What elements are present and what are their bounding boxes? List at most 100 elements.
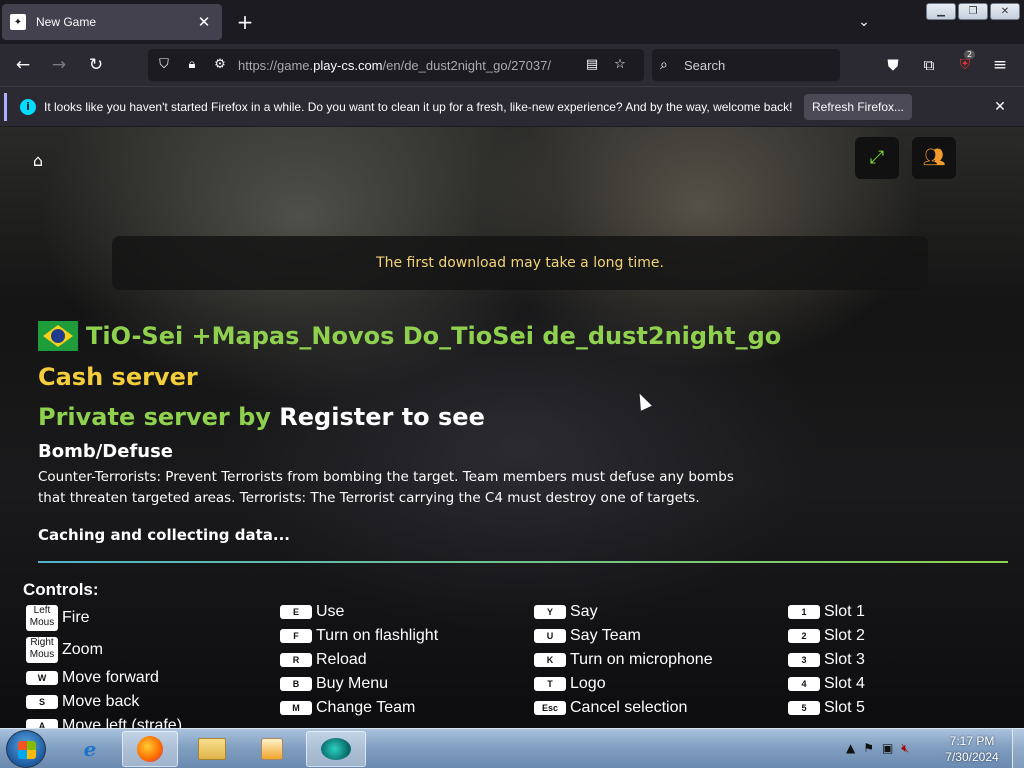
forward-arrow-icon[interactable]: → — [46, 52, 72, 78]
notification-close-icon[interactable]: ✕ — [990, 97, 1010, 117]
control-row: T Logo — [534, 672, 713, 696]
brazil-flag-icon — [38, 321, 78, 351]
internet-explorer-icon[interactable]: e — [62, 731, 118, 767]
controls-column-3: Y Say U Say Team K Turn on microphone T Logo… — [534, 600, 713, 720]
extensions-puzzle-icon[interactable]: ⧉ — [916, 52, 942, 78]
control-label: Say — [570, 603, 598, 620]
key-cap: T — [534, 677, 566, 691]
tracking-shield-icon[interactable]: ⛉ — [152, 53, 176, 77]
home-icon[interactable]: ⌂ — [28, 151, 48, 170]
fullscreen-expand-icon[interactable]: ⤢ — [855, 137, 899, 179]
control-row: 4 Slot 4 — [788, 672, 865, 696]
game-app-taskbar-icon[interactable] — [306, 731, 366, 767]
new-tab-plus-icon[interactable]: + — [232, 8, 258, 36]
media-player-icon[interactable] — [244, 731, 300, 767]
server-name: TiO-Sei +Mapas_Novos Do_TioSei de_dust2n… — [86, 322, 782, 350]
firefox-taskbar-icon[interactable] — [122, 731, 178, 767]
control-row: K Turn on microphone — [534, 648, 713, 672]
control-label: Move forward — [62, 669, 159, 686]
back-arrow-icon[interactable]: ← — [10, 52, 36, 78]
key-cap: U — [534, 629, 566, 643]
file-explorer-icon[interactable] — [184, 731, 240, 767]
tab-close-icon[interactable]: ✕ — [194, 13, 214, 31]
control-row: F Turn on flashlight — [280, 624, 438, 648]
control-label: Change Team — [316, 699, 416, 716]
loading-status: Caching and collecting data... — [38, 526, 290, 544]
control-label: Reload — [316, 651, 367, 668]
control-row: 5 Slot 5 — [788, 696, 865, 720]
pocket-icon[interactable]: ⛊ — [880, 52, 906, 78]
control-label: Move left (strafe) — [62, 717, 183, 728]
control-label: Say Team — [570, 627, 641, 644]
show-desktop-button[interactable] — [1012, 729, 1024, 768]
tab-new-game[interactable]: ✦ New Game ✕ — [2, 4, 222, 40]
controls-title: Controls: — [23, 580, 99, 599]
game-page: ⌂ ⤢ 👥︎ The first download may take a lon… — [0, 127, 1024, 728]
control-row: B Buy Menu — [280, 672, 438, 696]
control-row: 1 Slot 1 — [788, 600, 865, 624]
tab-bar: ✦ New Game ✕ + ⌄ ▁ ❐ ✕ — [0, 0, 1024, 44]
list-all-tabs-chevron-down-icon[interactable]: ⌄ — [852, 10, 876, 34]
refresh-firefox-notification: i It looks like you haven't started Fire… — [0, 86, 1024, 126]
download-notice: The first download may take a long time. — [112, 236, 928, 290]
control-label: Fire — [62, 609, 90, 626]
private-server-line: Private server by Register to see — [38, 403, 485, 431]
window-close-button[interactable]: ✕ — [990, 3, 1020, 20]
reload-icon[interactable]: ↻ — [83, 52, 109, 78]
control-row: R Reload — [280, 648, 438, 672]
window-restore-button[interactable]: ❐ — [958, 3, 988, 20]
key-cap: S — [26, 695, 58, 709]
key-cap: R — [280, 653, 312, 667]
key-cap: Left Mous — [26, 605, 58, 631]
control-row: Right Mous Zoom — [26, 634, 182, 666]
bookmark-star-icon[interactable]: ☆ — [608, 53, 632, 77]
info-icon: i — [20, 99, 36, 115]
lock-icon[interactable]: 🔒︎ — [180, 53, 204, 77]
action-center-flag-icon[interactable]: ⚑ — [863, 741, 874, 756]
search-icon: ⌕ — [660, 57, 668, 73]
key-cap: 1 — [788, 605, 820, 619]
show-hidden-icons-chevron-icon[interactable]: ▲ — [846, 741, 855, 756]
start-button[interactable] — [6, 730, 46, 768]
key-cap: 4 — [788, 677, 820, 691]
progress-divider — [38, 561, 1008, 563]
players-group-icon[interactable]: 👥︎ — [912, 137, 956, 179]
tab-title: New Game — [36, 15, 97, 29]
control-label: Slot 4 — [824, 675, 865, 692]
controls-column-4: 1 Slot 1 2 Slot 2 3 Slot 3 4 Slot 4 5 Slot 5 — [788, 600, 865, 720]
menu-hamburger-icon[interactable]: ≡ — [987, 52, 1013, 78]
control-label: Slot 5 — [824, 699, 865, 716]
control-label: Zoom — [62, 641, 103, 658]
key-cap: B — [280, 677, 312, 691]
control-row: A Move left (strafe) — [26, 714, 182, 728]
control-label: Turn on microphone — [570, 651, 713, 668]
reader-view-icon[interactable]: ▤ — [580, 53, 604, 77]
windows-taskbar: e ▲ ⚑ ▣ 🔇︎ 7:17 PM 7/30/2024 — [0, 728, 1024, 768]
search-placeholder: Search — [684, 57, 726, 73]
clock-time: 7:17 PM — [949, 734, 995, 748]
control-label: Slot 1 — [824, 603, 865, 620]
key-cap: W — [26, 671, 58, 685]
key-cap: Y — [534, 605, 566, 619]
register-to-see-link[interactable]: Register to see — [279, 403, 485, 431]
control-row: W Move forward — [26, 666, 182, 690]
volume-muted-icon[interactable]: 🔇︎ — [901, 741, 909, 756]
search-bar[interactable]: ⌕ Search — [652, 49, 840, 81]
server-title-line: TiO-Sei +Mapas_Novos Do_TioSei de_dust2n… — [38, 321, 781, 351]
private-server-prefix: Private server by — [38, 403, 271, 431]
control-label: Cancel selection — [570, 699, 688, 716]
url-text[interactable]: https://game.play-cs.com/en/de_dust2nigh… — [238, 58, 578, 73]
window-minimize-button[interactable]: ▁ — [926, 3, 956, 20]
network-icon[interactable]: ▣ — [882, 741, 893, 756]
url-path: /en/de_dust2night_go/27037/ — [382, 57, 551, 73]
key-cap: Esc — [534, 701, 566, 715]
notification-text: It looks like you haven't started Firefo… — [44, 100, 793, 114]
controls-column-2: E Use F Turn on flashlight R Reload B Buy Me… — [280, 600, 438, 720]
permissions-icon[interactable]: ⚙ — [208, 53, 232, 77]
address-bar[interactable]: ⛉ 🔒︎ ⚙ https://game.play-cs.com/en/de_du… — [148, 49, 644, 81]
refresh-firefox-button[interactable]: Refresh Firefox... — [804, 94, 912, 120]
taskbar-clock[interactable]: 7:17 PM 7/30/2024 — [940, 733, 1004, 765]
system-tray: ▲ ⚑ ▣ 🔇︎ — [846, 741, 909, 756]
key-cap: A — [26, 719, 58, 728]
key-cap: 3 — [788, 653, 820, 667]
